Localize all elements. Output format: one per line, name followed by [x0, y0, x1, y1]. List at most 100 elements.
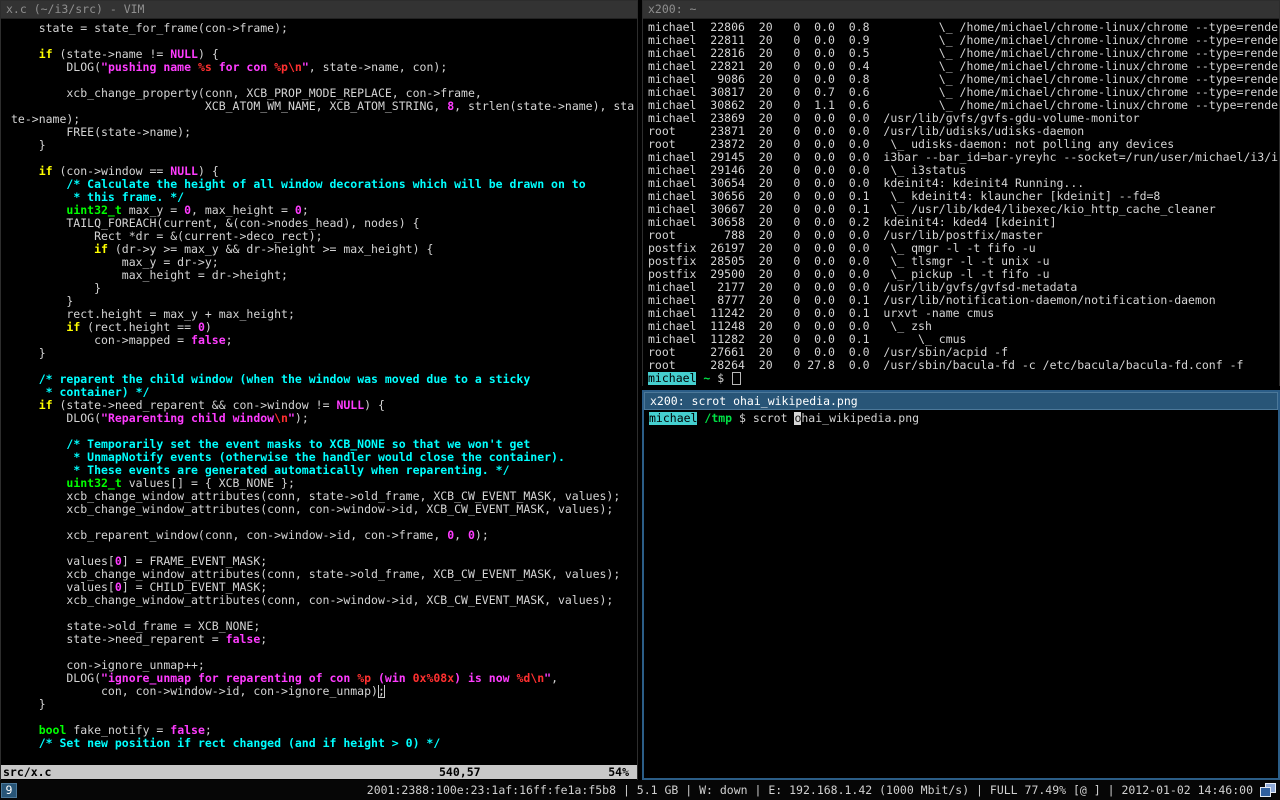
vim-code[interactable]: state = state_for_frame(con->frame); if … [1, 19, 637, 750]
process-row: michael 30817 20 0 0.7 0.6 \_ /home/mich… [648, 86, 1279, 99]
vim-title: x.c (~/i3/src) - VIM [6, 3, 144, 16]
process-row: postfix 28505 20 0 0.0 0.0 \_ tlsmgr -l … [648, 255, 1279, 268]
vim-buffer[interactable]: state = state_for_frame(con->frame); if … [1, 19, 637, 780]
code-line [11, 607, 637, 620]
code-line: DLOG("Reparenting child window\n"); [11, 412, 637, 425]
process-row: root 27661 20 0 0.0 0.0 /usr/sbin/acpid … [648, 346, 1279, 359]
code-line [11, 542, 637, 555]
process-terminal-window[interactable]: x200: ~ michael 22806 20 0 0.0 0.8 \_ /h… [642, 0, 1280, 386]
shell-terminal-titlebar[interactable]: x200: scrot ohai_wikipedia.png [644, 392, 1278, 410]
process-row: michael 11282 20 0 0.0 0.1 \_ cmus [648, 333, 1279, 346]
process-row: michael 30656 20 0 0.0 0.1 \_ kdeinit4: … [648, 190, 1279, 203]
vim-statusline: src/x.c 540,57 54% [1, 765, 637, 779]
process-row: michael 23869 20 0 0.0 0.0 /usr/lib/gvfs… [648, 112, 1279, 125]
code-line: XCB_ATOM_WM_NAME, XCB_ATOM_STRING, 8, st… [11, 100, 637, 113]
process-row: michael 30658 20 0 0.0 0.2 kdeinit4: kde… [648, 216, 1279, 229]
process-row: postfix 26197 20 0 0.0 0.0 \_ qmgr -l -t… [648, 242, 1279, 255]
process-row: michael 22816 20 0 0.0 0.5 \_ /home/mich… [648, 47, 1279, 60]
code-line: * UnmapNotify events (otherwise the hand… [11, 451, 637, 464]
process-row: michael 29145 20 0 0.0 0.0 i3bar --bar_i… [648, 151, 1279, 164]
process-row: michael 8777 20 0 0.0 0.1 /usr/lib/notif… [648, 294, 1279, 307]
terminal-cursor: o [794, 412, 801, 425]
prompt-symbol: $ [710, 372, 731, 385]
code-line: state = state_for_frame(con->frame); [11, 22, 637, 35]
code-line: con->ignore_unmap++; [11, 659, 637, 672]
process-row: postfix 29500 20 0 0.0 0.0 \_ pickup -l … [648, 268, 1279, 281]
code-line: } [11, 295, 637, 308]
vim-scroll-percent: 54% [579, 766, 637, 779]
process-row: root 23871 20 0 0.0 0.0 /usr/lib/udisks/… [648, 125, 1279, 138]
code-line: Rect *dr = &(current->deco_rect); [11, 230, 637, 243]
code-line [11, 425, 637, 438]
code-line: /* reparent the child window (when the w… [11, 373, 637, 386]
code-line: te->name); [11, 113, 637, 126]
process-row: michael 29146 20 0 0.0 0.0 \_ i3status [648, 164, 1279, 177]
code-line: } [11, 282, 637, 295]
code-line [11, 516, 637, 529]
prompt-user: michael [649, 412, 697, 425]
code-line [11, 35, 637, 48]
code-line: } [11, 698, 637, 711]
code-line [11, 711, 637, 724]
i3-desktop: x.c (~/i3/src) - VIM state = state_for_f… [0, 0, 1280, 800]
vim-window[interactable]: x.c (~/i3/src) - VIM state = state_for_f… [0, 0, 638, 780]
vim-filename: src/x.c [1, 766, 439, 779]
shell-prompt[interactable]: michael /tmp $ scrot ohai_wikipedia.png [649, 412, 1278, 425]
workspace-button[interactable]: 9 [1, 783, 17, 798]
process-row: michael 30654 20 0 0.0 0.0 kdeinit4: kde… [648, 177, 1279, 190]
code-line: * container) */ [11, 386, 637, 399]
process-row: michael 30667 20 0 0.0 0.1 \_ /usr/lib/k… [648, 203, 1279, 216]
code-line: bool fake_notify = false; [11, 724, 637, 737]
code-line: values[0] = CHILD_EVENT_MASK; [11, 581, 637, 594]
code-line: values[0] = FRAME_EVENT_MASK; [11, 555, 637, 568]
shell-terminal-window[interactable]: x200: scrot ohai_wikipedia.png michael /… [642, 390, 1280, 780]
shell-terminal-content[interactable]: michael /tmp $ scrot ohai_wikipedia.png [644, 410, 1278, 778]
terminal-cursor [732, 372, 741, 385]
code-line: } [11, 347, 637, 360]
code-line: /* Calculate the height of all window de… [11, 178, 637, 191]
i3status-text: 2001:2388:100e:23:1af:16ff:fe1a:f5b8 | 5… [367, 784, 1253, 797]
code-line: max_height = dr->height; [11, 269, 637, 282]
process-row: michael 11242 20 0 0.0 0.1 urxvt -name c… [648, 307, 1279, 320]
process-terminal-title: x200: ~ [648, 3, 696, 16]
code-line: if (dr->y >= max_y && dr->height >= max_… [11, 243, 637, 256]
code-line: xcb_change_window_attributes(conn, state… [11, 490, 637, 503]
code-line [11, 360, 637, 373]
vim-titlebar[interactable]: x.c (~/i3/src) - VIM [1, 1, 637, 19]
process-row: michael 22811 20 0 0.0 0.9 \_ /home/mich… [648, 34, 1279, 47]
systray-windows-icon[interactable] [1260, 783, 1276, 797]
command-text: hai_wikipedia.png [801, 412, 919, 425]
code-line: uint32_t values[] = { XCB_NONE }; [11, 477, 637, 490]
code-line: xcb_reparent_window(conn, con->window->i… [11, 529, 637, 542]
command-text: scrot [753, 412, 795, 425]
code-line: if (rect.height == 0) [11, 321, 637, 334]
process-row: root 28264 20 0 27.8 0.0 /usr/sbin/bacul… [648, 359, 1279, 372]
code-line: con->mapped = false; [11, 334, 637, 347]
code-line: } [11, 139, 637, 152]
code-line: /* Set new position if rect changed (and… [11, 737, 637, 750]
code-line: rect.height = max_y + max_height; [11, 308, 637, 321]
code-line: state->need_reparent = false; [11, 633, 637, 646]
window-front-shape [1260, 787, 1271, 797]
code-line: FREE(state->name); [11, 126, 637, 139]
code-line: uint32_t max_y = 0, max_height = 0; [11, 204, 637, 217]
prompt-symbol: $ [732, 412, 753, 425]
code-line [11, 74, 637, 87]
vim-cursor-position: 540,57 [439, 766, 579, 779]
process-terminal-titlebar[interactable]: x200: ~ [643, 1, 1279, 19]
shell-prompt[interactable]: michael ~ $ [643, 372, 1279, 385]
code-line: state->old_frame = XCB_NONE; [11, 620, 637, 633]
code-line: xcb_change_window_attributes(conn, con->… [11, 594, 637, 607]
code-line: /* Temporarily set the event masks to XC… [11, 438, 637, 451]
code-line: if (con->window == NULL) { [11, 165, 637, 178]
prompt-cwd: /tmp [704, 412, 732, 425]
process-row: michael 2177 20 0 0.0 0.0 /usr/lib/gvfs/… [648, 281, 1279, 294]
code-line: DLOG("pushing name %s for con %p\n", sta… [11, 61, 637, 74]
code-line: DLOG("ignore_unmap for reparenting of co… [11, 672, 637, 685]
prompt-user: michael [648, 372, 696, 385]
process-terminal-content[interactable]: michael 22806 20 0 0.0 0.8 \_ /home/mich… [643, 19, 1279, 386]
i3bar: 9 2001:2388:100e:23:1af:16ff:fe1a:f5b8 |… [0, 780, 1280, 800]
process-row: michael 30862 20 0 1.1 0.6 \_ /home/mich… [648, 99, 1279, 112]
code-line: * this frame. */ [11, 191, 637, 204]
process-row: michael 22806 20 0 0.0 0.8 \_ /home/mich… [648, 21, 1279, 34]
